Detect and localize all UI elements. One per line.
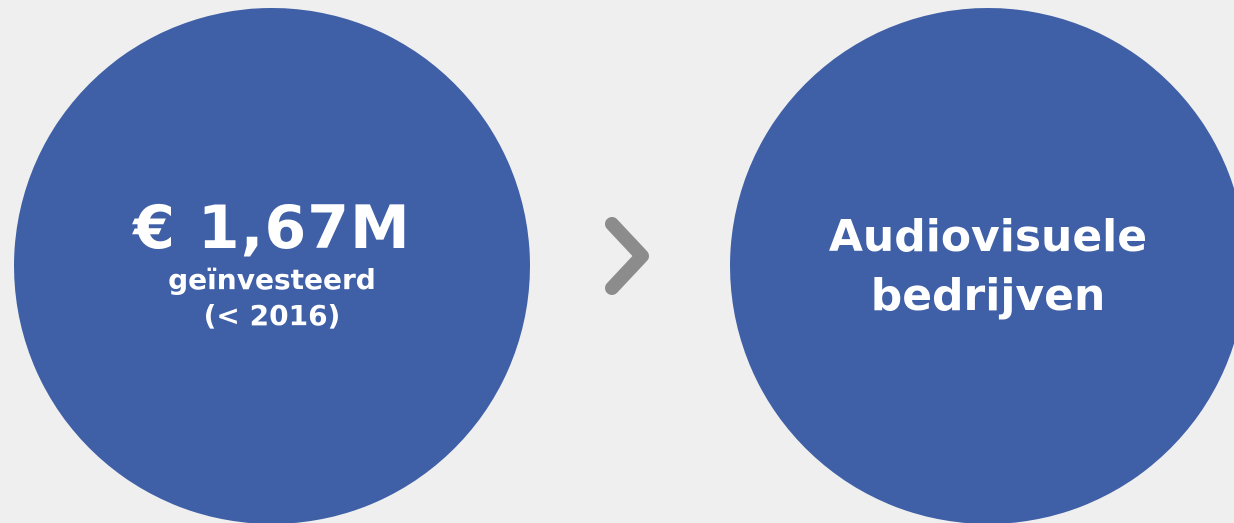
investment-circle: € 1,67M geïnvesteerd (< 2016) [14,8,530,523]
investment-amount: € 1,67M [133,192,411,263]
recipient-line-2: bedrijven [870,270,1106,321]
recipient-circle: Audiovisuele bedrijven [730,8,1234,523]
investment-label: geïnvesteerd [168,262,376,296]
investment-period: (< 2016) [203,299,341,332]
chevron-right-icon [605,217,649,295]
recipient-line-1: Audiovisuele [828,210,1148,262]
diagram: € 1,67M geïnvesteerd (< 2016) Audiovisue… [0,0,1234,523]
